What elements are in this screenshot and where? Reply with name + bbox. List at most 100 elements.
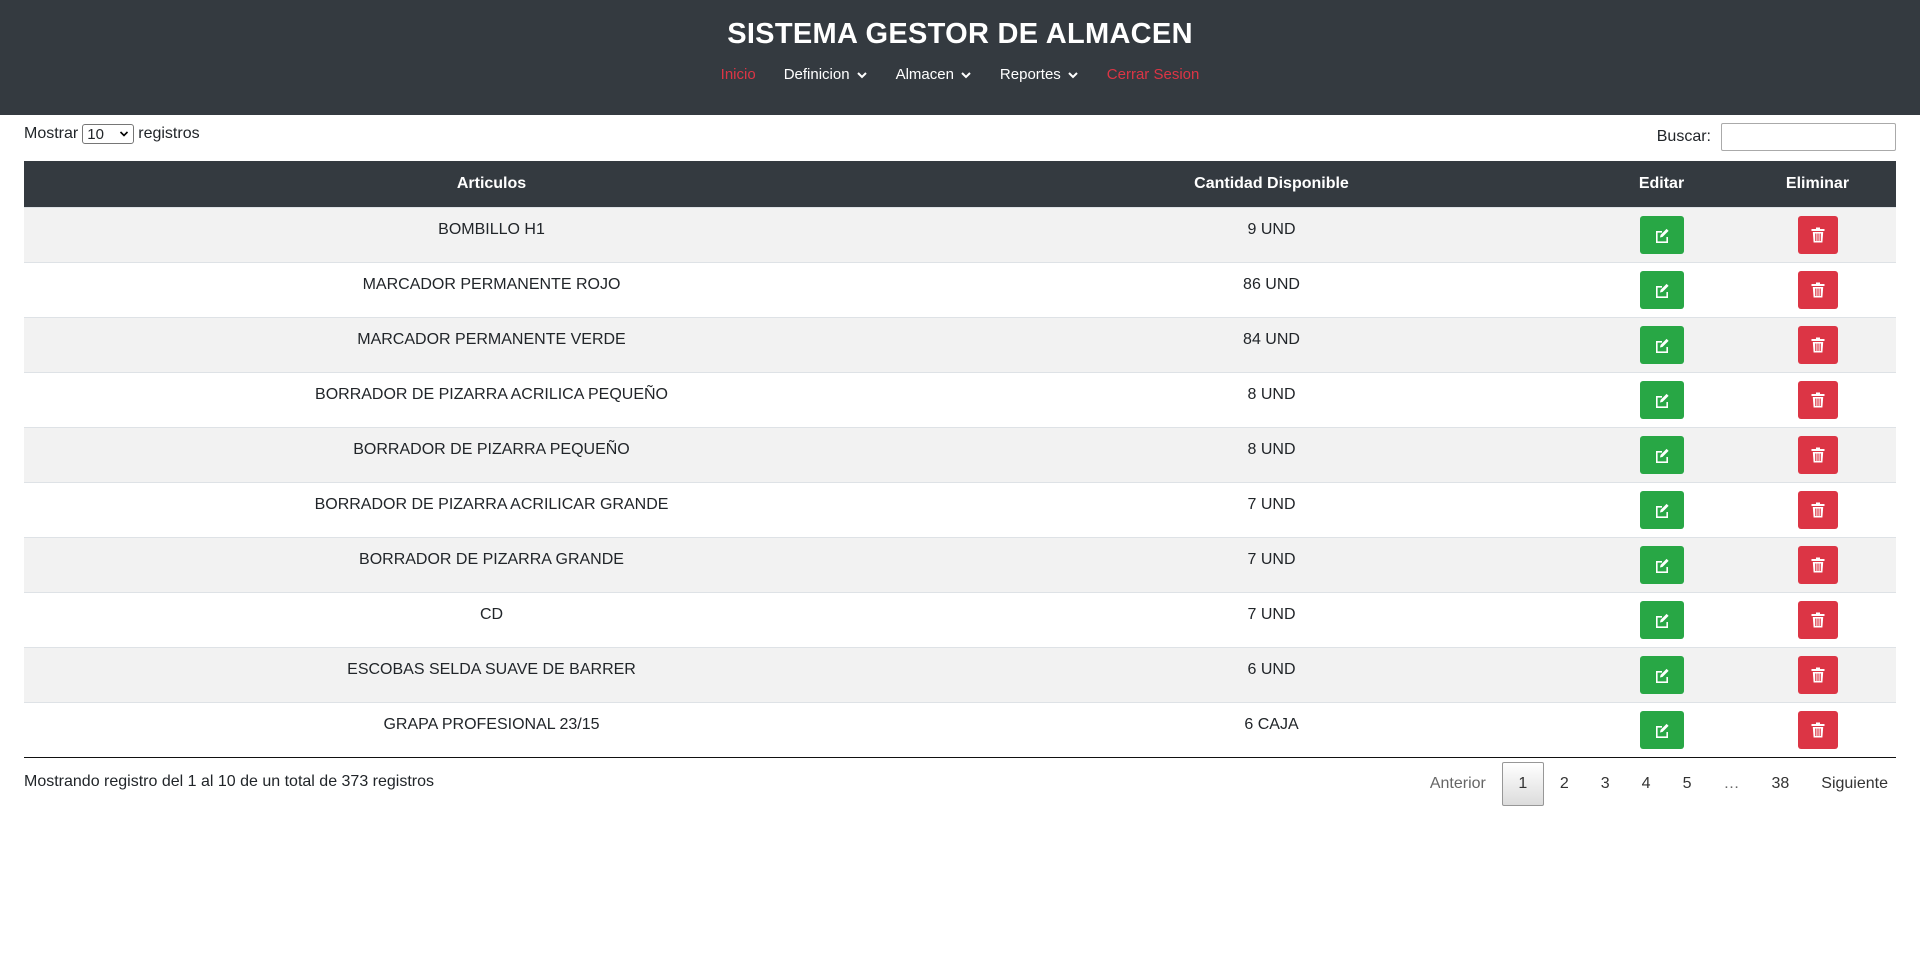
nav-almacen[interactable]: Almacen (882, 66, 986, 84)
nav-reportes[interactable]: Reportes (986, 66, 1093, 84)
edit-icon (1654, 667, 1670, 683)
edit-cell (1584, 206, 1739, 262)
chevron-down-icon (960, 69, 972, 81)
pagination: Anterior 1 2 3 4 5 … 38 Siguiente (1414, 762, 1904, 806)
delete-button[interactable] (1797, 325, 1838, 364)
cantidad-cell: 7 UND (959, 536, 1584, 592)
articulo-cell: BOMBILLO H1 (24, 206, 959, 262)
edit-cell (1584, 536, 1739, 592)
delete-button[interactable] (1797, 545, 1838, 584)
pagination-previous[interactable]: Anterior (1414, 763, 1502, 805)
table-row: BORRADOR DE PIZARRA GRANDE 7 UND (24, 536, 1896, 592)
articulo-cell: BORRADOR DE PIZARRA ACRILICA PEQUEÑO (24, 371, 959, 427)
trash-icon (1811, 557, 1825, 573)
cantidad-cell: 8 UND (959, 371, 1584, 427)
articulo-cell: MARCADOR PERMANENTE VERDE (24, 316, 959, 372)
search-input[interactable] (1721, 123, 1896, 151)
articulo-cell: ESCOBAS SELDA SUAVE DE BARRER (24, 646, 959, 702)
edit-cell (1584, 316, 1739, 372)
edit-icon (1654, 502, 1670, 518)
table-row: MARCADOR PERMANENTE ROJO 86 UND (24, 261, 1896, 317)
trash-icon (1811, 502, 1825, 518)
table-body: BOMBILLO H1 9 UND MARCADOR PERMANENTE ROJO… (24, 206, 1896, 758)
edit-cell (1584, 646, 1739, 702)
nav-cerrar-sesion-label: Cerrar Sesion (1106, 66, 1200, 83)
edit-button[interactable] (1639, 655, 1684, 694)
main-nav: Inicio Definicion Almacen Reportes Cerra… (0, 66, 1920, 84)
pagination-page-1[interactable]: 1 (1501, 762, 1544, 806)
edit-icon (1654, 612, 1670, 628)
edit-button[interactable] (1639, 435, 1684, 474)
search-label: Buscar: (1656, 128, 1711, 145)
delete-cell (1739, 316, 1896, 372)
edit-button[interactable] (1639, 380, 1684, 419)
nav-inicio[interactable]: Inicio (707, 66, 770, 84)
records-label: registros (138, 125, 200, 142)
delete-cell (1739, 646, 1896, 702)
edit-button[interactable] (1639, 215, 1684, 254)
delete-button[interactable] (1797, 435, 1838, 474)
page-size-value: 10 (87, 125, 104, 143)
trash-icon (1811, 282, 1825, 298)
pagination-page-4[interactable]: 4 (1626, 763, 1667, 805)
table-row: CD 7 UND (24, 591, 1896, 647)
edit-icon (1654, 557, 1670, 573)
table-row: BORRADOR DE PIZARRA PEQUEÑO 8 UND (24, 426, 1896, 482)
delete-button[interactable] (1797, 600, 1838, 639)
pagination-page-last[interactable]: 38 (1755, 763, 1805, 805)
nav-almacen-label: Almacen (895, 66, 954, 83)
delete-cell (1739, 536, 1896, 592)
articulo-cell: BORRADOR DE PIZARRA PEQUEÑO (24, 426, 959, 482)
edit-button[interactable] (1639, 270, 1684, 309)
app-title: SISTEMA GESTOR DE ALMACEN (727, 18, 1193, 50)
edit-button[interactable] (1639, 545, 1684, 584)
edit-icon (1654, 722, 1670, 738)
delete-cell (1739, 481, 1896, 537)
edit-button[interactable] (1639, 600, 1684, 639)
trash-icon (1811, 722, 1825, 738)
edit-icon (1654, 282, 1670, 298)
column-header-cantidad[interactable]: Cantidad Disponible (959, 161, 1584, 207)
delete-button[interactable] (1797, 710, 1838, 749)
column-header-eliminar: Eliminar (1785, 174, 1850, 192)
cantidad-cell: 8 UND (959, 426, 1584, 482)
chevron-down-icon (1067, 69, 1079, 81)
pagination-page-3[interactable]: 3 (1585, 763, 1626, 805)
column-header-editar: Editar (1638, 174, 1685, 192)
edit-cell (1584, 371, 1739, 427)
edit-button[interactable] (1639, 490, 1684, 529)
page-size-select[interactable]: 10 (82, 124, 135, 144)
nav-definicion[interactable]: Definicion (770, 66, 882, 84)
table-row: BOMBILLO H1 9 UND (24, 206, 1896, 262)
table-header-row: Articulos Cantidad Disponible Editar Eli… (24, 161, 1896, 207)
delete-button[interactable] (1797, 380, 1838, 419)
delete-cell (1739, 261, 1896, 317)
cantidad-cell: 86 UND (959, 261, 1584, 317)
delete-button[interactable] (1797, 215, 1838, 254)
delete-cell (1739, 701, 1896, 758)
nav-cerrar-sesion[interactable]: Cerrar Sesion (1093, 66, 1214, 84)
trash-icon (1811, 447, 1825, 463)
delete-button[interactable] (1797, 270, 1838, 309)
edit-icon (1654, 392, 1670, 408)
chevron-down-icon (856, 69, 868, 81)
trash-icon (1811, 392, 1825, 408)
cantidad-cell: 6 UND (959, 646, 1584, 702)
table-row: BORRADOR DE PIZARRA ACRILICA PEQUEÑO 8 UN… (24, 371, 1896, 427)
delete-cell (1739, 206, 1896, 262)
edit-cell (1584, 591, 1739, 647)
pagination-next[interactable]: Siguiente (1805, 763, 1904, 805)
articulo-cell: BORRADOR DE PIZARRA ACRILICAR GRANDE (24, 481, 959, 537)
table-row: BORRADOR DE PIZARRA ACRILICAR GRANDE 7 UN… (24, 481, 1896, 537)
table-row: MARCADOR PERMANENTE VERDE 84 UND (24, 316, 1896, 372)
edit-button[interactable] (1639, 325, 1684, 364)
articles-table: Articulos Cantidad Disponible Editar Eli… (24, 161, 1896, 758)
column-header-articulos[interactable]: Articulos (24, 161, 959, 207)
edit-button[interactable] (1639, 710, 1684, 749)
delete-button[interactable] (1797, 655, 1838, 694)
pagination-page-5[interactable]: 5 (1667, 763, 1708, 805)
cantidad-cell: 9 UND (959, 206, 1584, 262)
delete-button[interactable] (1797, 490, 1838, 529)
edit-cell (1584, 481, 1739, 537)
pagination-page-2[interactable]: 2 (1544, 763, 1585, 805)
